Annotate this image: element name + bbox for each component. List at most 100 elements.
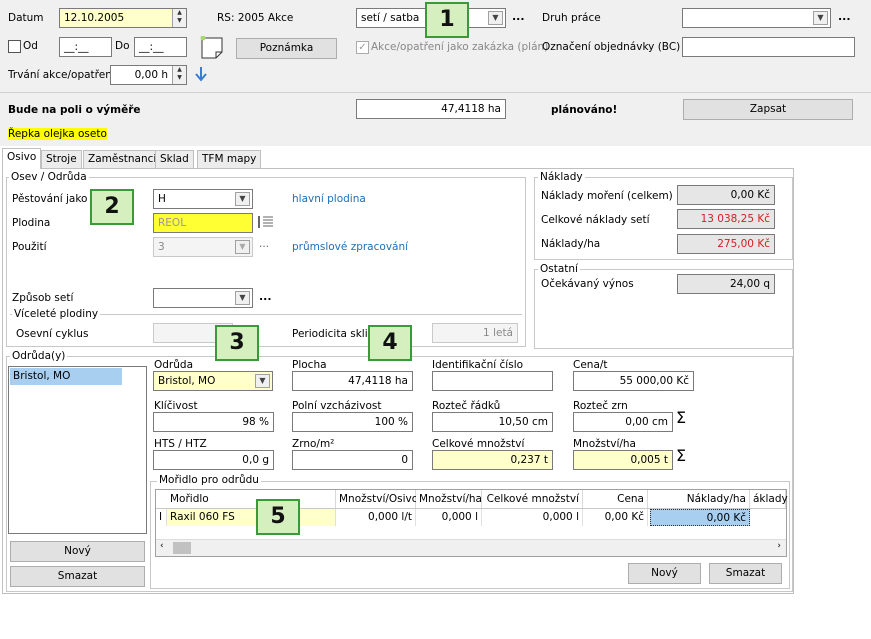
odruda-select[interactable]: Bristol, MO ▼ [153,371,273,391]
hts-input[interactable]: 0,0 g [153,450,274,470]
chevron-down-icon[interactable]: ▼ [488,11,503,25]
row-naklady-ha[interactable]: 0,00 Kč [650,509,750,526]
plodina-label: Plodina [12,217,51,229]
scroll-thumb[interactable] [173,542,191,554]
row-celk-mnozstvi[interactable]: 0,000 l [482,509,583,526]
trvani-label: Trvání akce/opatření [8,69,115,81]
sigma-icon[interactable]: Σ [676,446,686,465]
odrudy-title: Odrůda(y) [10,350,68,362]
klicivost-input[interactable]: 98 % [153,412,274,432]
od-input[interactable]: __:__ [59,37,112,57]
row-mnozstvi-osivo[interactable]: 0,000 l/t [336,509,416,526]
naklady-title: Náklady [538,171,585,183]
tab-zamestnanci[interactable]: Zaměstnanci [83,150,162,168]
oznaceni-input[interactable] [682,37,855,57]
chevron-down-icon[interactable]: ▼ [235,192,250,206]
cena-input[interactable]: 55 000,00 Kč [573,371,694,391]
moridlo-smazat-button[interactable]: Smazat [709,563,782,584]
zpusob-more-button[interactable]: ... [259,290,272,303]
druh-prace-select[interactable]: ▼ [682,8,831,28]
note-icon[interactable] [200,35,224,60]
polni-input[interactable]: 100 % [292,412,413,432]
od-label: Od [23,40,38,52]
tab-tfm-mapy[interactable]: TFM mapy [197,150,262,168]
zrno-label: Zrno/m² [292,438,335,450]
method-more-button[interactable]: ... [512,10,525,23]
col-celk-mnozstvi[interactable]: Celkové množství [482,490,583,508]
zrno-input[interactable]: 0 [292,450,413,470]
chevron-down-icon[interactable]: ▼ [235,291,250,305]
mnozstvi-ha-input[interactable]: 0,005 t [573,450,673,470]
akce-checkbox[interactable]: ✓ [356,41,369,54]
scroll-right-icon[interactable]: › [777,541,781,551]
row-cursor-icon: I [157,509,167,526]
seti-value: 13 038,25 Kč [677,209,775,229]
arrow-down-icon[interactable] [195,66,207,82]
celk-mnozstvi-input[interactable]: 0,237 t [432,450,553,470]
col-moridlo[interactable]: Mořidlo [167,490,336,508]
chevron-down-icon[interactable]: ▼ [813,11,828,25]
roztec-radku-input[interactable]: 10,50 cm [432,412,553,432]
periodicita-input[interactable]: 1 letá [432,323,518,343]
tab-stroje[interactable]: Stroje [41,150,82,168]
plodina-input[interactable]: REOL [153,213,253,233]
vicelete-title: Víceleté plodiny [12,308,101,320]
sigma-icon[interactable]: Σ [676,408,686,427]
col-naklady[interactable]: áklady [750,490,788,508]
plocha-label: Plocha [292,359,327,371]
moreni-label: Náklady moření (celkem) [541,190,673,202]
divider [0,92,871,93]
moreni-value: 0,00 Kč [677,185,775,205]
callout-badge-2: 2 [90,189,134,225]
osev-title: Osev / Odrůda [9,171,89,183]
cyklus-label: Osevní cyklus [16,328,89,340]
chevron-down-icon[interactable]: ▼ [255,374,270,388]
pestovani-select[interactable]: H ▼ [153,189,253,209]
col-mnozstvi-osivo[interactable]: Množství/Osivo [336,490,418,508]
akce-checkbox-label: Akce/opatření jako zakázka (plán) [371,41,549,53]
roztec-zrn-label: Rozteč zrn [573,400,628,412]
zapsat-button[interactable]: Zapsat [683,99,853,120]
moridlo-novy-button[interactable]: Nový [628,563,701,584]
trvani-spinner[interactable]: ▲ ▼ [172,66,186,84]
rs-text: RS: 2005 Akce [217,12,294,24]
col-mnozstvi-ha[interactable]: Množství/ha [416,490,482,508]
vymera-input[interactable]: 47,4118 ha [356,99,506,119]
odruda-smazat-button[interactable]: Smazat [10,566,145,587]
zpusob-select[interactable]: ▼ [153,288,253,308]
do-input[interactable]: __:__ [134,37,187,57]
plocha-input[interactable]: 47,4118 ha [292,371,413,391]
moridlo-title: Mořidlo pro odrůdu [157,474,261,486]
tab-sklad[interactable]: Sklad [155,150,194,168]
list-item[interactable]: Bristol, MO [10,368,122,385]
row-moridlo[interactable]: Raxil 060 FS [167,509,336,526]
chevron-down-icon[interactable]: ▼ [235,240,250,254]
datum-input[interactable]: 12.10.2005 ▲ ▼ [59,8,187,28]
druh-prace-more-button[interactable]: ... [838,10,851,23]
datum-label: Datum [8,12,44,24]
list-icon[interactable] [258,214,274,230]
odruda-novy-button[interactable]: Nový [10,541,145,562]
pouziti-select[interactable]: 3 ▼ [153,237,253,257]
col-cena[interactable]: Cena [583,490,648,508]
od-checkbox[interactable] [8,40,21,53]
horizontal-scrollbar[interactable]: ‹ › [156,539,786,556]
pouziti-label: Použití [12,241,47,253]
row-mnozstvi-ha[interactable]: 0,000 l [416,509,482,526]
roztec-zrn-input[interactable]: 0,00 cm [573,412,673,432]
pouziti-more-button[interactable]: ... [259,238,269,250]
trvani-input[interactable]: 0,00 h ▲ ▼ [110,65,187,85]
scroll-left-icon[interactable]: ‹ [160,541,164,551]
pestovani-label: Pěstování jako [12,193,88,205]
odrudy-list[interactable]: Bristol, MO [8,366,147,534]
naklady-ha-label: Náklady/ha [541,238,601,250]
mnozstvi-ha-label: Množství/ha [573,438,636,450]
datum-spinner[interactable]: ▲ ▼ [172,9,186,27]
odruda-label: Odrůda [154,359,194,371]
col-naklady-ha[interactable]: Náklady/ha [648,490,750,508]
callout-badge-3: 3 [215,325,259,361]
tab-osivo[interactable]: Osivo [2,148,42,169]
row-cena[interactable]: 0,00 Kč [583,509,648,526]
id-input[interactable] [432,371,553,391]
poznamka-button[interactable]: Poznámka [236,38,337,59]
